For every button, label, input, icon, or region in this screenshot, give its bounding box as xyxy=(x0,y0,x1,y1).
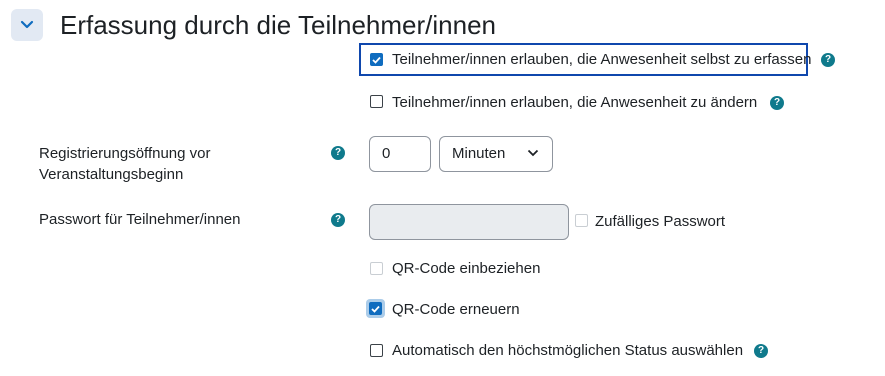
help-icon[interactable]: ? xyxy=(821,53,835,67)
chevron-down-icon xyxy=(527,149,539,157)
self-record-checkbox[interactable] xyxy=(370,53,383,66)
registration-unit-select[interactable]: Minuten xyxy=(439,136,553,172)
registration-offset-input[interactable]: 0 xyxy=(369,136,431,172)
include-qr-label[interactable]: QR-Code einbeziehen xyxy=(392,260,540,278)
rotate-qr-checkbox[interactable] xyxy=(369,302,382,315)
collapse-section-button[interactable] xyxy=(11,9,43,41)
help-icon[interactable]: ? xyxy=(754,344,768,358)
password-label: Passwort für Teilnehmer/innen xyxy=(39,211,241,228)
registration-label-line1: Registrierungsöffnung vor xyxy=(39,145,211,162)
allow-change-label[interactable]: Teilnehmer/innen erlauben, die Anwesenhe… xyxy=(392,94,757,112)
include-qr-checkbox[interactable] xyxy=(370,262,383,275)
auto-status-checkbox[interactable] xyxy=(370,344,383,357)
random-password-checkbox[interactable] xyxy=(575,214,588,227)
password-input[interactable] xyxy=(369,204,569,240)
help-icon[interactable]: ? xyxy=(331,213,345,227)
rotate-qr-label[interactable]: QR-Code erneuern xyxy=(392,301,520,319)
self-record-label[interactable]: Teilnehmer/innen erlauben, die Anwesenhe… xyxy=(392,51,811,69)
random-password-label[interactable]: Zufälliges Passwort xyxy=(595,213,725,231)
rotate-qr-focus xyxy=(366,299,385,318)
section-title: Erfassung durch die Teilnehmer/innen xyxy=(60,10,497,40)
registration-label-line2: Veranstaltungsbeginn xyxy=(39,166,184,183)
registration-unit-value: Minuten xyxy=(452,145,506,162)
auto-status-label[interactable]: Automatisch den höchstmöglichen Status a… xyxy=(392,342,743,360)
allow-change-checkbox[interactable] xyxy=(370,95,383,108)
help-icon[interactable]: ? xyxy=(331,146,345,160)
help-icon[interactable]: ? xyxy=(770,96,784,110)
chevron-down-icon xyxy=(20,20,34,29)
